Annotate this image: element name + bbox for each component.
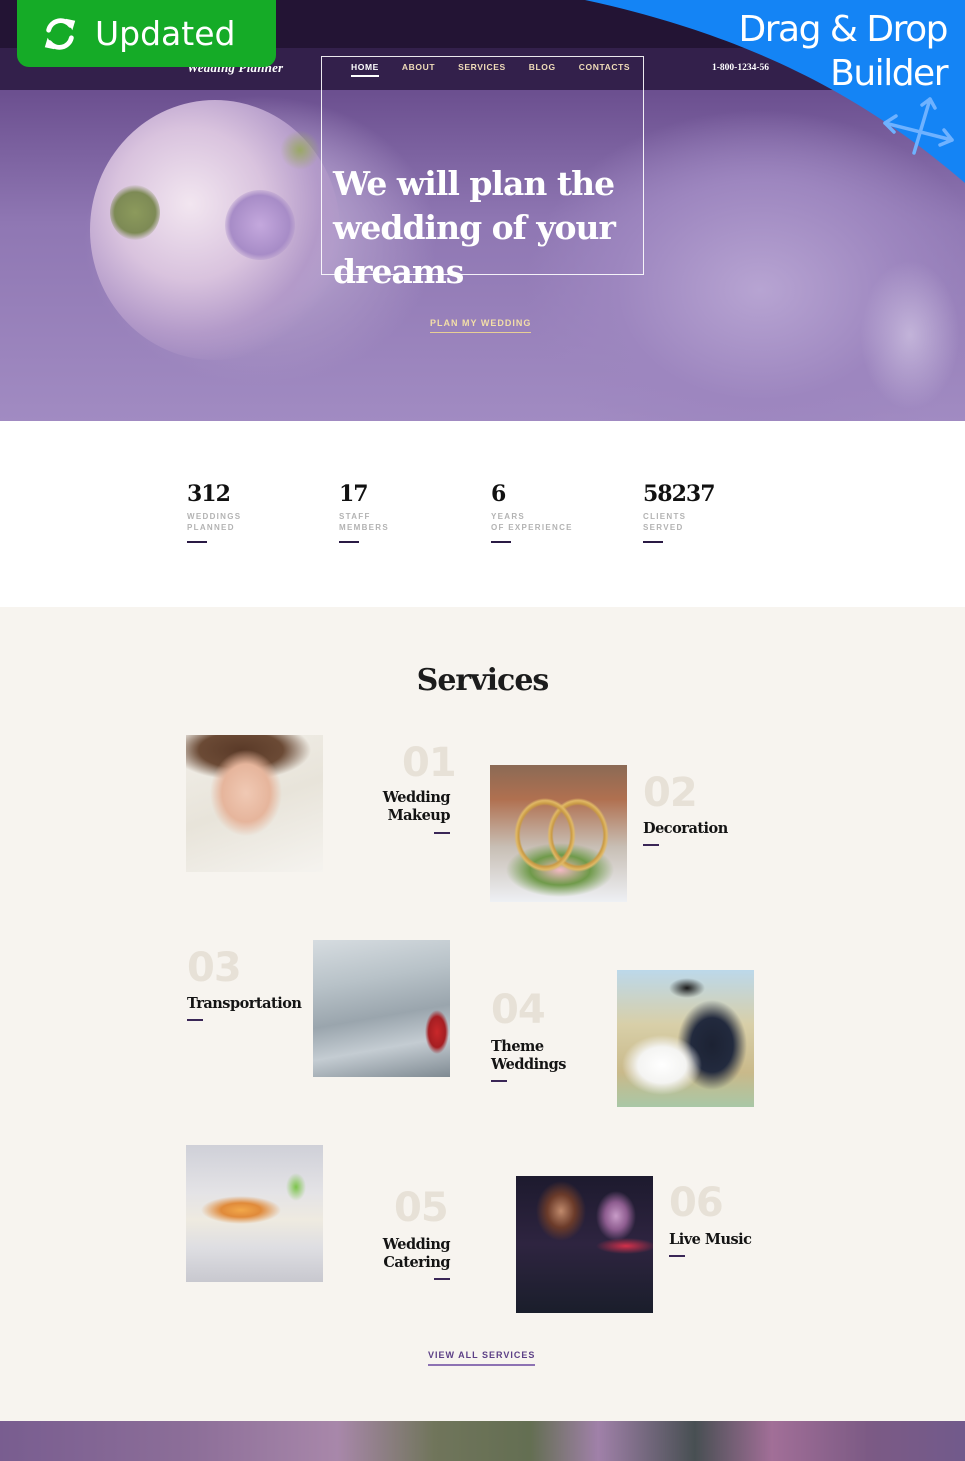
hero-leaf-decor	[280, 130, 320, 170]
service-image-banquet-table[interactable]	[186, 1145, 323, 1282]
stat-weddings: 312 WEDDINGS PLANNED	[187, 481, 241, 543]
service-divider	[643, 844, 659, 846]
service-image-wedding-rings-flowers[interactable]	[490, 765, 627, 902]
stat-clients: 58237 CLIENTS SERVED	[643, 481, 716, 543]
service-name[interactable]: Wedding Catering	[366, 1236, 451, 1272]
service-divider	[669, 1255, 685, 1257]
drag-drop-line2: Builder	[830, 53, 948, 94]
hero-glass-decor	[860, 260, 960, 410]
stat-value: 58237	[643, 481, 716, 507]
hero-rose-decor	[225, 190, 295, 260]
services-title: Services	[416, 663, 550, 698]
service-name[interactable]: Live Music	[669, 1231, 752, 1249]
view-all-services-link[interactable]: VIEW ALL SERVICES	[428, 1350, 536, 1366]
service-number: 05	[394, 1185, 449, 1231]
drag-drop-line1: Drag & Drop	[738, 9, 949, 50]
stat-divider	[491, 541, 511, 543]
stat-label: YEARS OF EXPERIENCE	[491, 512, 573, 532]
stat-divider	[187, 541, 207, 543]
stat-value: 17	[339, 481, 369, 507]
service-image-bride-portrait[interactable]	[186, 735, 323, 872]
stat-label: CLIENTS SERVED	[643, 512, 687, 532]
move-arrows-icon	[883, 97, 954, 155]
stat-divider	[643, 541, 663, 543]
service-divider	[434, 1278, 450, 1280]
service-image-band-musicians[interactable]	[516, 1176, 653, 1313]
hero-title: We will plan the wedding of your dreams	[333, 164, 616, 291]
service-number: 06	[669, 1180, 724, 1226]
service-name[interactable]: Wedding Makeup	[366, 789, 451, 825]
service-divider	[187, 1019, 203, 1021]
updated-label: Updated	[95, 14, 236, 53]
service-number: 01	[402, 740, 457, 786]
stat-label: STAFF MEMBERS	[339, 512, 389, 532]
stat-value: 312	[187, 481, 231, 507]
service-number: 04	[491, 987, 546, 1033]
stat-divider	[339, 541, 359, 543]
sync-icon	[44, 17, 76, 50]
service-divider	[434, 832, 450, 834]
stats-section: 312 WEDDINGS PLANNED 17 STAFF MEMBERS 6 …	[0, 421, 965, 607]
stat-label: WEDDINGS PLANNED	[187, 512, 242, 532]
drag-drop-builder-label: Drag & Drop Builder	[738, 8, 949, 96]
service-image-couple-in-vintage-car[interactable]	[617, 970, 754, 1107]
service-number: 03	[187, 945, 242, 991]
plan-my-wedding-button[interactable]: PLAN MY WEDDING	[430, 318, 532, 333]
hero-greenery-decor	[110, 185, 160, 240]
service-divider	[491, 1080, 507, 1082]
next-section-image	[0, 1421, 965, 1461]
service-image-white-limousine[interactable]	[313, 940, 450, 1077]
service-name[interactable]: Transportation	[187, 995, 302, 1013]
stat-value: 6	[491, 481, 506, 507]
updated-badge: Updated	[17, 0, 276, 67]
service-name[interactable]: Theme Weddings	[491, 1038, 566, 1074]
service-name[interactable]: Decoration	[643, 820, 728, 838]
service-number: 02	[643, 770, 698, 816]
stat-staff: 17 STAFF MEMBERS	[339, 481, 389, 543]
stat-years: 6 YEARS OF EXPERIENCE	[491, 481, 573, 543]
